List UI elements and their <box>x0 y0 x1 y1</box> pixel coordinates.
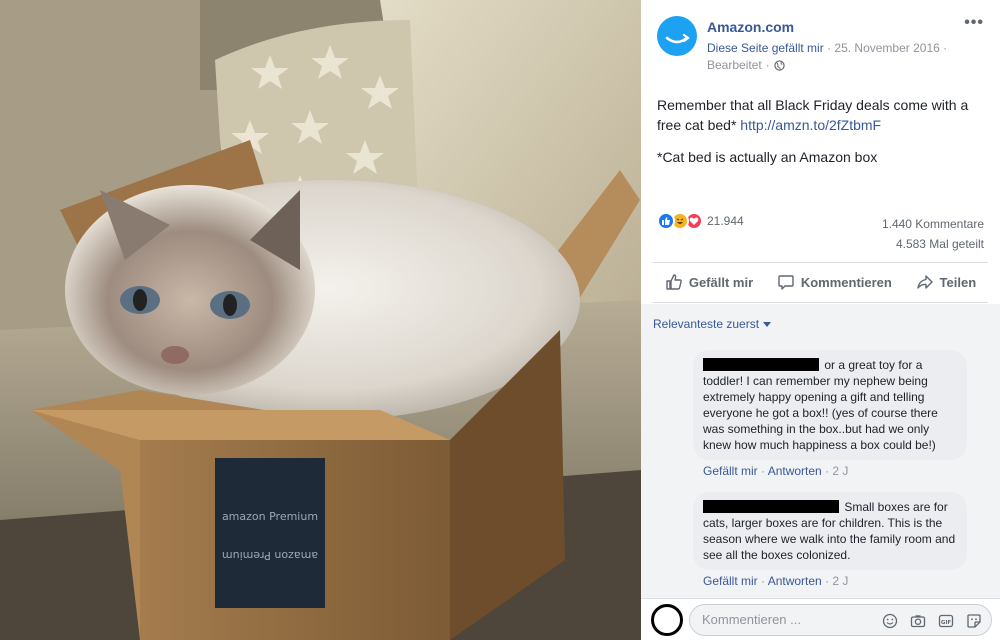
comment-like-link[interactable]: Gefällt mir <box>703 574 758 588</box>
meta-separator: · <box>765 58 770 72</box>
sticker-icon[interactable] <box>965 612 983 630</box>
comment-item: or a great toy for a toddler! I can reme… <box>693 350 967 478</box>
share-button-label: Teilen <box>939 274 977 290</box>
emoji-icon[interactable] <box>881 612 899 630</box>
composer-icons: GIF <box>881 612 983 630</box>
comment-reply-link[interactable]: Antworten <box>768 464 822 478</box>
svg-text:GIF: GIF <box>941 620 952 626</box>
page-liked-link[interactable]: Diese Seite gefällt mir <box>707 41 824 55</box>
comment-button-label: Kommentieren <box>800 274 892 290</box>
comment-item: Small boxes are for cats, larger boxes a… <box>693 492 967 588</box>
reaction-summary[interactable]: 21.944 <box>657 212 744 230</box>
comment-like-link[interactable]: Gefällt mir <box>703 464 758 478</box>
comment-input[interactable] <box>702 612 872 627</box>
comment-count[interactable]: 1.440 Kommentare <box>882 214 984 234</box>
sort-label: Relevanteste zuerst <box>653 317 760 331</box>
comment-sort-dropdown[interactable]: Relevanteste zuerst <box>653 317 772 331</box>
comment-time[interactable]: 2 J <box>832 574 848 588</box>
gif-icon[interactable]: GIF <box>937 612 955 630</box>
like-icon <box>657 212 675 230</box>
box-label-top: amazon Premium <box>222 510 318 523</box>
reaction-icons <box>657 212 703 230</box>
redacted-author-name <box>703 500 839 513</box>
edited-label[interactable]: Bearbeitet <box>707 58 762 72</box>
post-meta: Diese Seite gefällt mir · 25. November 2… <box>707 41 947 55</box>
like-button-label: Gefällt mir <box>688 274 754 290</box>
comment-actions: Gefällt mir · Antworten · 2 J <box>703 464 849 478</box>
comment-reply-link[interactable]: Antworten <box>768 574 822 588</box>
actions-divider-bottom <box>653 302 988 303</box>
post-header: Amazon.com Diese Seite gefällt mir · 25.… <box>641 0 1000 80</box>
post-footnote: *Cat bed is actually an Amazon box <box>657 149 878 165</box>
share-button[interactable]: Teilen <box>916 273 977 291</box>
comment-text: or a great toy for a toddler! I can reme… <box>703 358 938 452</box>
user-avatar[interactable] <box>651 604 683 636</box>
comment-composer: GIF <box>641 598 1000 640</box>
box-label-bottom: amazon Premium <box>222 549 318 562</box>
redacted-author-name <box>703 358 819 371</box>
comment-time[interactable]: 2 J <box>832 464 848 478</box>
post-photo[interactable]: amazon Premium amazon Premium <box>0 0 641 640</box>
comment-input-wrapper[interactable]: GIF <box>689 604 992 636</box>
post-side-panel: Amazon.com Diese Seite gefällt mir · 25.… <box>641 0 1000 640</box>
ellipsis-icon: ••• <box>964 14 984 31</box>
share-count[interactable]: 4.583 Mal geteilt <box>882 234 984 254</box>
post-date[interactable]: 25. November 2016 <box>834 41 939 55</box>
like-button[interactable]: Gefällt mir <box>665 273 753 291</box>
post-link[interactable]: http://amzn.to/2fZtbmF <box>740 117 881 133</box>
post-actions: Gefällt mir Kommentieren Teilen <box>653 266 988 298</box>
post-options-button[interactable]: ••• <box>964 14 984 32</box>
reaction-count: 21.944 <box>707 214 744 228</box>
page-name[interactable]: Amazon.com <box>707 19 794 35</box>
globe-icon[interactable] <box>774 59 785 71</box>
amazon-smile-icon <box>665 33 690 44</box>
actions-divider-top <box>653 262 988 263</box>
thumbs-up-icon <box>666 274 682 290</box>
camera-icon[interactable] <box>909 612 927 630</box>
share-arrow-icon <box>916 275 933 289</box>
caret-down-icon <box>763 321 772 327</box>
comment-bubble: or a great toy for a toddler! I can reme… <box>693 350 967 460</box>
speech-bubble-icon <box>778 275 794 290</box>
meta-separator: · <box>827 41 832 55</box>
comment-button[interactable]: Kommentieren <box>777 273 892 291</box>
comment-bubble: Small boxes are for cats, larger boxes a… <box>693 492 967 570</box>
post-meta-edited: Bearbeitet · <box>707 58 785 72</box>
comments-section: Relevanteste zuerst or a great toy for a… <box>641 304 1000 640</box>
meta-separator: · <box>943 41 948 55</box>
comment-actions: Gefällt mir · Antworten · 2 J <box>703 574 849 588</box>
engagement-counts: 1.440 Kommentare 4.583 Mal geteilt <box>882 214 984 254</box>
post-body: Remember that all Black Friday deals com… <box>657 95 987 135</box>
cat-in-box-image: amazon Premium amazon Premium <box>0 0 641 640</box>
page-avatar[interactable] <box>657 16 697 56</box>
